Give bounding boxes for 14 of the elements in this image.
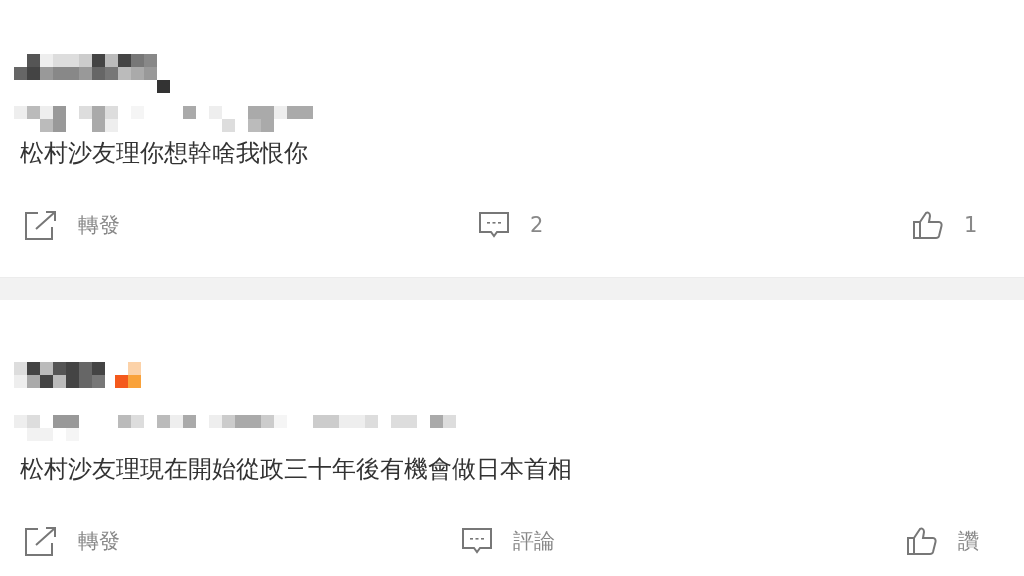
share-icon	[24, 210, 58, 240]
comment-icon	[478, 211, 510, 239]
share-icon	[24, 526, 58, 556]
comment-text: 松村沙友理你想幹啥我恨你	[20, 138, 309, 169]
share-button[interactable]: 轉發	[24, 208, 120, 242]
thumbs-up-icon	[906, 526, 938, 556]
comment-button[interactable]: 評論	[461, 524, 555, 558]
comment-text: 松村沙友理現在開始從政三十年後有機會做日本首相	[20, 454, 573, 485]
share-button[interactable]: 轉發	[24, 524, 120, 558]
thumbs-up-icon	[912, 210, 944, 240]
comment-button[interactable]: 2	[478, 208, 544, 242]
like-button[interactable]: 1	[912, 208, 978, 242]
like-button[interactable]: 讚	[906, 524, 979, 558]
comment-icon	[461, 527, 493, 555]
